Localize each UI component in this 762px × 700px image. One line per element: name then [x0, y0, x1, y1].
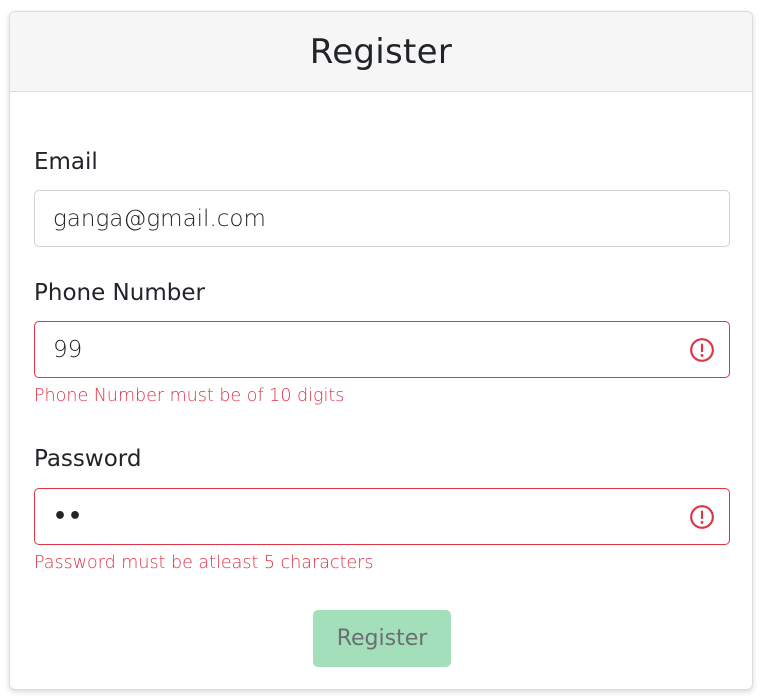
email-label: Email [34, 149, 98, 175]
card-header: Register [10, 12, 752, 92]
email-value: ganga@gmail.com [53, 205, 266, 232]
email-field[interactable]: ganga@gmail.com [34, 190, 730, 247]
error-circle-icon [690, 504, 714, 529]
phone-value: 99 [53, 336, 83, 363]
error-circle-icon [690, 337, 714, 362]
register-card: Register Email ganga@gmail.com Phone Num… [9, 11, 753, 690]
page-title: Register [309, 31, 453, 72]
password-field[interactable]: •• [34, 488, 730, 545]
password-value: •• [53, 504, 84, 529]
phone-label: Phone Number [34, 280, 205, 306]
password-error-message: Password must be atleast 5 characters [34, 553, 374, 573]
register-button[interactable]: Register [313, 610, 451, 667]
password-label: Password [34, 446, 142, 472]
phone-number-field[interactable]: 99 [34, 321, 730, 378]
phone-error-message: Phone Number must be of 10 digits [34, 386, 345, 406]
